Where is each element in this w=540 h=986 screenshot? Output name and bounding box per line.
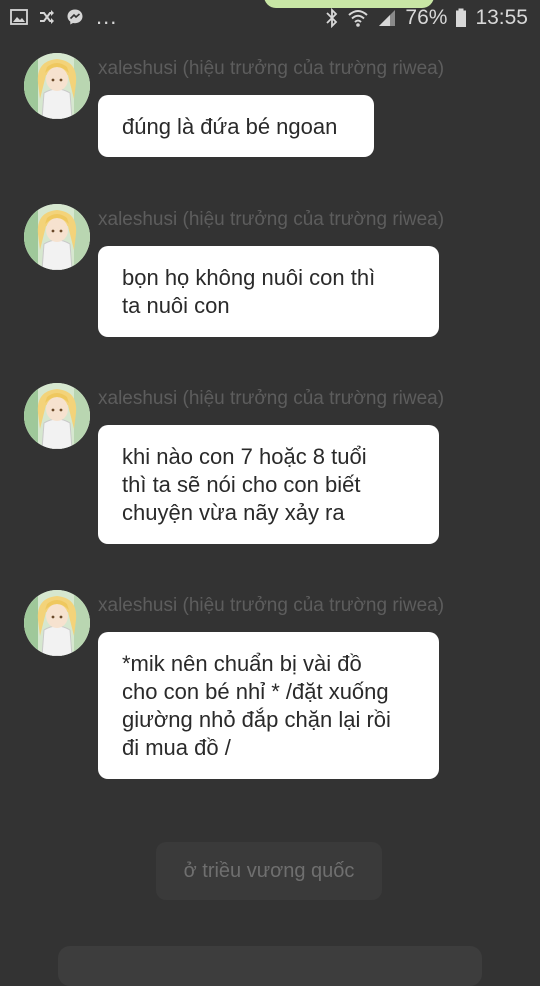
message-line: ta nuôi con [122,293,230,318]
message-bubble[interactable]: khi nào con 7 hoặc 8 tuổi thì ta sẽ nói … [98,425,439,544]
message-line: giường nhỏ đắp chặn lại rồi [122,707,391,732]
message-input-bar[interactable] [58,946,482,986]
more-notifications: ... [96,4,118,29]
message-line: bọn họ không nuôi con thì [122,265,376,290]
shuffle-icon [38,8,56,26]
messenger-icon [66,8,84,26]
signal-icon [377,8,397,28]
message-line: thì ta sẽ nói cho con biết [122,472,361,497]
message-line: khi nào con 7 hoặc 8 tuổi [122,444,367,469]
avatar[interactable] [24,590,90,656]
bluetooth-icon [325,8,339,28]
avatar[interactable] [24,204,90,270]
message-bubble[interactable]: *mik nên chuẩn bị vài đồ cho con bé nhỉ … [98,632,439,779]
message-line: chuyện vừa nãy xảy ra [122,500,345,525]
message-bubble[interactable]: bọn họ không nuôi con thì ta nuôi con [98,246,439,337]
message-line: *mik nên chuẩn bị vài đồ [122,651,362,676]
wifi-icon [347,8,369,28]
battery-percent: 76% [405,6,448,29]
avatar[interactable] [24,383,90,449]
message-line: đi mua đồ / [122,735,231,760]
image-icon [10,8,28,26]
author-name[interactable]: xaleshusi (hiệu trưởng của trường riwea) [98,209,444,231]
pending-chat-action-button[interactable]: ở triều vương quốc [156,842,382,900]
author-name[interactable]: xaleshusi (hiệu trưởng của trường riwea) [98,595,444,617]
status-bar: ... 76% 13:55 [0,0,540,40]
message-line: cho con bé nhỉ * /đặt xuống [122,679,389,704]
avatar[interactable] [24,53,90,119]
message-bubble[interactable]: đúng là đứa bé ngoan [98,95,374,157]
message-line: đúng là đứa bé ngoan [122,114,338,139]
clock: 13:55 [475,6,528,29]
author-name[interactable]: xaleshusi (hiệu trưởng của trường riwea) [98,58,444,80]
battery-icon [455,8,467,28]
author-name[interactable]: xaleshusi (hiệu trưởng của trường riwea) [98,388,444,410]
